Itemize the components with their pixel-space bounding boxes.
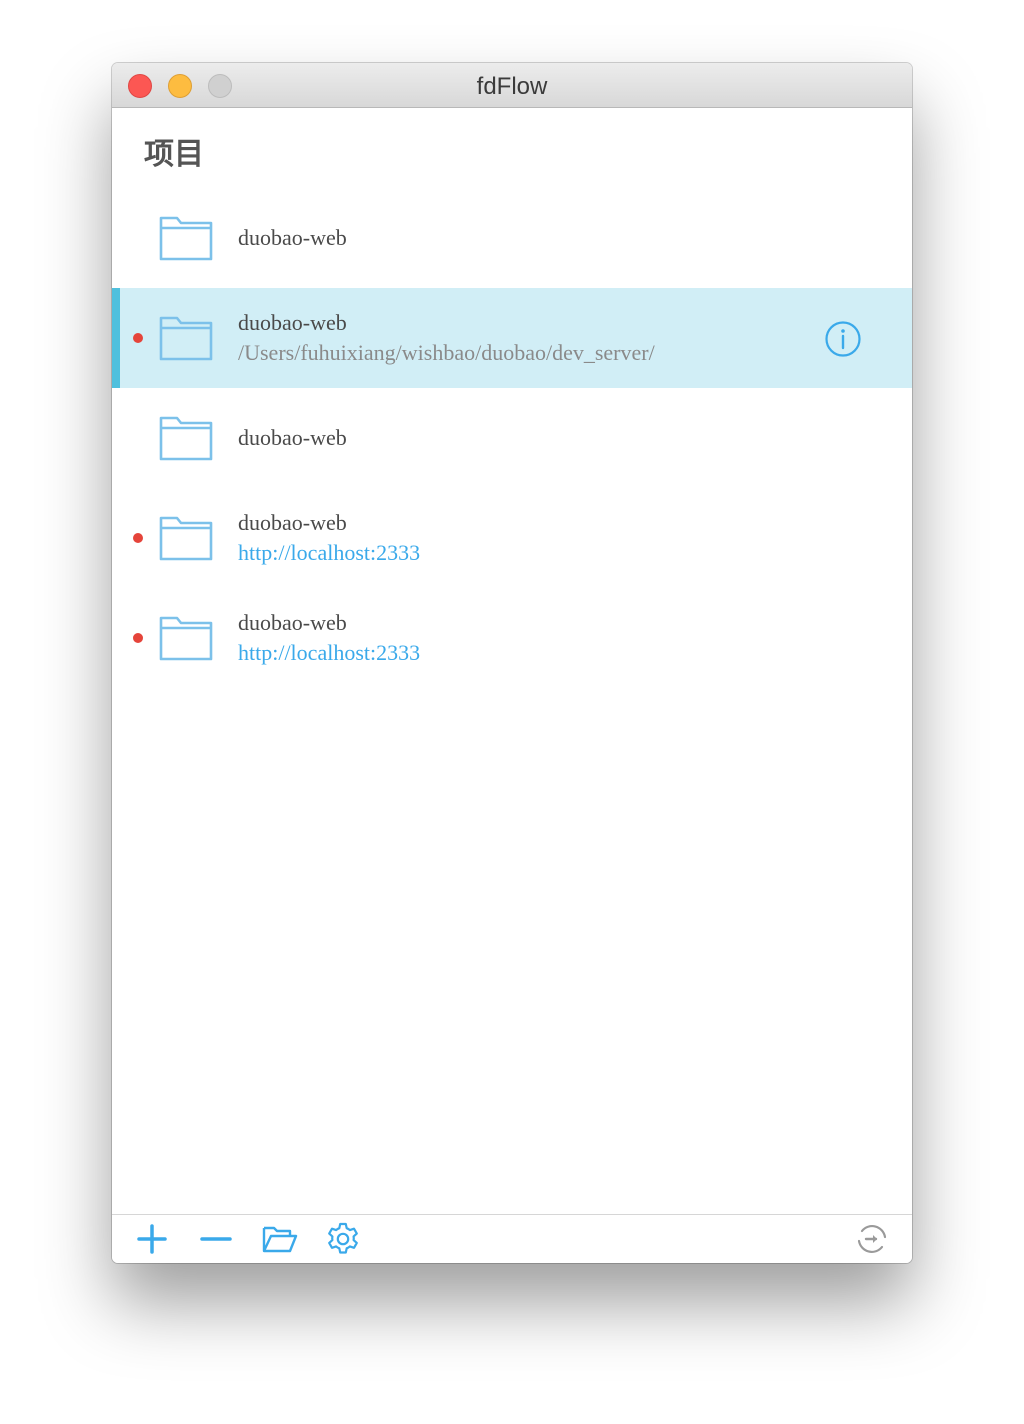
folder-icon <box>158 514 214 562</box>
folder-open-icon <box>262 1226 298 1253</box>
project-row[interactable]: duobao-web/Users/fuhuixiang/wishbao/duob… <box>112 288 912 388</box>
project-name: duobao-web <box>238 610 347 635</box>
folder-icon-graphic <box>159 416 213 461</box>
running-status-dot <box>133 533 143 543</box>
bottom-toolbar <box>112 1214 912 1263</box>
project-name: duobao-web <box>238 510 347 535</box>
title-bar[interactable]: fdFlow <box>112 63 912 108</box>
running-status-dot <box>133 633 143 643</box>
plus-icon <box>137 1224 167 1254</box>
project-row[interactable]: duobao-web <box>112 188 912 288</box>
export-button[interactable] <box>854 1221 890 1257</box>
remove-project-button[interactable] <box>198 1221 234 1257</box>
folder-icon <box>158 414 214 462</box>
project-list: duobao-web duobao-web/Users/fuhuixiang/wi… <box>112 188 912 688</box>
project-url-link[interactable]: http://localhost:2333 <box>238 638 838 668</box>
project-url-link[interactable]: http://localhost:2333 <box>238 538 838 568</box>
folder-icon-graphic <box>159 516 213 561</box>
folder-icon-graphic <box>159 216 213 261</box>
window-title: fdFlow <box>476 73 548 100</box>
project-text: duobao-web/Users/fuhuixiang/wishbao/duob… <box>238 288 838 388</box>
running-status-dot <box>133 333 143 343</box>
project-row[interactable]: duobao-web <box>112 388 912 488</box>
folder-icon-graphic <box>159 616 213 661</box>
project-name: duobao-web <box>238 310 347 335</box>
section-heading: 项目 <box>144 137 204 172</box>
project-text: duobao-web <box>238 388 838 488</box>
info-icon <box>825 321 861 357</box>
minus-icon <box>200 1237 232 1241</box>
info-button[interactable] <box>824 320 862 358</box>
add-project-button[interactable] <box>134 1221 170 1257</box>
project-path: /Users/fuhuixiang/wishbao/duobao/dev_ser… <box>238 340 655 365</box>
project-name: duobao-web <box>238 225 347 250</box>
project-text: duobao-web http://localhost:2333 <box>238 588 838 688</box>
project-text: duobao-web <box>238 188 838 288</box>
gear-icon <box>328 1222 358 1254</box>
project-row[interactable]: duobao-web http://localhost:2333 <box>112 588 912 688</box>
open-folder-button[interactable] <box>262 1221 298 1257</box>
project-row[interactable]: duobao-web http://localhost:2333 <box>112 488 912 588</box>
project-text: duobao-web http://localhost:2333 <box>238 488 838 588</box>
folder-icon <box>158 614 214 662</box>
folder-icon <box>158 214 214 262</box>
app-window: fdFlow 项目 duobao-web duobao-web/Users/fuh… <box>112 63 912 1263</box>
export-icon <box>857 1225 887 1253</box>
folder-icon-graphic <box>159 316 213 361</box>
settings-button[interactable] <box>325 1221 361 1257</box>
project-name: duobao-web <box>238 425 347 450</box>
folder-icon <box>158 314 214 362</box>
